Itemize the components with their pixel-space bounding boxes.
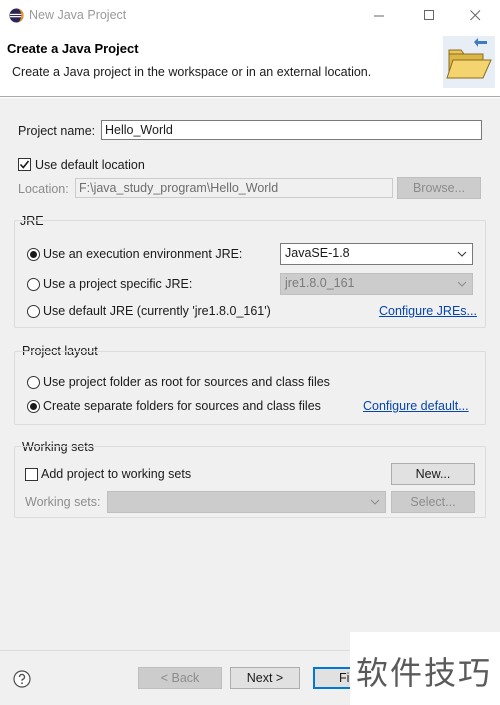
chevron-down-icon	[457, 251, 467, 257]
location-input[interactable]: F:\java_study_program\Hello_World	[75, 178, 393, 198]
radio-selected-dot	[30, 251, 37, 258]
new-working-set-button[interactable]: New...	[391, 463, 475, 485]
jre-specific-radio[interactable]	[27, 278, 40, 291]
layout-root-radio[interactable]	[27, 376, 40, 389]
close-button[interactable]	[452, 2, 498, 28]
wizard-description: Create a Java project in the workspace o…	[12, 65, 372, 79]
layout-separate-radio[interactable]	[27, 400, 40, 413]
help-icon[interactable]	[13, 670, 31, 688]
jre-env-radio[interactable]	[27, 248, 40, 261]
minimize-button[interactable]	[356, 2, 402, 28]
next-button[interactable]: Next >	[230, 667, 300, 689]
checkmark-icon	[19, 160, 30, 169]
use-default-location-checkbox[interactable]	[18, 158, 31, 171]
project-name-input[interactable]: Hello_World	[101, 120, 482, 140]
jre-specific-label: Use a project specific JRE:	[43, 277, 193, 291]
jre-specific-select[interactable]: jre1.8.0_161	[280, 273, 473, 295]
maximize-button[interactable]	[406, 2, 452, 28]
jre-default-label: Use default JRE (currently 'jre1.8.0_161…	[43, 304, 271, 318]
location-label: Location:	[18, 182, 69, 196]
window-title: New Java Project	[29, 8, 127, 22]
jre-env-select[interactable]: JavaSE-1.8	[280, 243, 473, 265]
eclipse-icon	[9, 8, 24, 23]
layout-root-label: Use project folder as root for sources a…	[43, 375, 330, 389]
working-sets-select[interactable]	[107, 491, 386, 513]
add-to-working-sets-checkbox[interactable]	[25, 468, 38, 481]
close-icon	[469, 9, 480, 20]
watermark-text: 软件技巧	[356, 654, 493, 692]
jre-env-label: Use an execution environment JRE:	[43, 247, 243, 261]
project-name-label: Project name:	[18, 124, 96, 138]
layout-separate-label: Create separate folders for sources and …	[43, 399, 321, 413]
minimize-icon	[373, 15, 384, 16]
configure-default-link[interactable]: Configure default...	[363, 399, 469, 413]
browse-button[interactable]: Browse...	[397, 177, 481, 199]
chevron-down-icon	[457, 281, 467, 287]
title-bar: New Java Project	[0, 0, 500, 31]
jre-env-select-value: JavaSE-1.8	[285, 246, 350, 260]
configure-jres-link[interactable]: Configure JREs...	[379, 304, 477, 318]
use-default-location-label: Use default location	[35, 158, 145, 172]
wizard-title: Create a Java Project	[7, 41, 139, 56]
back-button[interactable]: < Back	[138, 667, 222, 689]
select-working-sets-button[interactable]: Select...	[391, 491, 475, 513]
wizard-folder-icon	[443, 36, 495, 88]
maximize-icon	[423, 9, 434, 20]
wizard-header: Create a Java Project Create a Java proj…	[0, 31, 500, 97]
chevron-down-icon	[370, 499, 380, 505]
radio-selected-dot	[30, 403, 37, 410]
add-to-working-sets-label: Add project to working sets	[41, 467, 192, 481]
jre-specific-select-value: jre1.8.0_161	[285, 276, 355, 290]
jre-default-radio[interactable]	[27, 305, 40, 318]
wizard-body: Project name: Hello_World Use default lo…	[0, 98, 500, 650]
working-sets-label: Working sets:	[25, 495, 101, 509]
